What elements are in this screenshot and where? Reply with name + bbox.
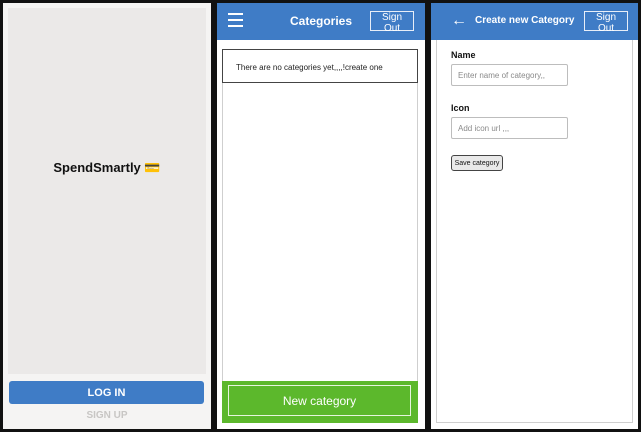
footer-bar: New category bbox=[222, 381, 418, 423]
signup-link[interactable]: SIGN UP bbox=[3, 410, 211, 421]
name-label: Name bbox=[451, 50, 476, 60]
new-category-button[interactable]: New category bbox=[228, 385, 411, 416]
credit-card-icon: 💳 bbox=[144, 160, 161, 175]
back-arrow-icon[interactable]: ← bbox=[451, 12, 467, 30]
login-button[interactable]: LOG IN bbox=[9, 381, 204, 404]
sign-out-button[interactable]: Sign Out bbox=[584, 11, 628, 34]
category-name-input[interactable] bbox=[451, 64, 568, 86]
app-header: ← Create new Category Sign Out bbox=[431, 3, 638, 40]
create-category-screen: ← Create new Category Sign Out Name Icon… bbox=[431, 3, 638, 429]
app-brand: SpendSmartly 💳 bbox=[8, 160, 206, 176]
icon-label: Icon bbox=[451, 103, 470, 113]
login-screen: SpendSmartly 💳 LOG IN SIGN UP bbox=[3, 3, 211, 429]
categories-screen: Categories Sign Out There are no categor… bbox=[217, 3, 425, 429]
categories-list bbox=[222, 83, 418, 381]
app-header: Categories Sign Out bbox=[217, 3, 425, 40]
brand-name: SpendSmartly bbox=[53, 160, 141, 175]
login-hero: SpendSmartly 💳 bbox=[8, 8, 206, 374]
category-form: Name Icon Save category bbox=[436, 40, 633, 423]
sign-out-button[interactable]: Sign Out bbox=[370, 11, 414, 34]
empty-state-box: There are no categories yet,,,,!create o… bbox=[222, 49, 418, 83]
empty-state-message: There are no categories yet,,,,!create o… bbox=[236, 63, 383, 72]
icon-url-input[interactable] bbox=[451, 117, 568, 139]
page-title: Create new Category bbox=[475, 15, 575, 26]
save-category-button[interactable]: Save category bbox=[451, 155, 503, 171]
